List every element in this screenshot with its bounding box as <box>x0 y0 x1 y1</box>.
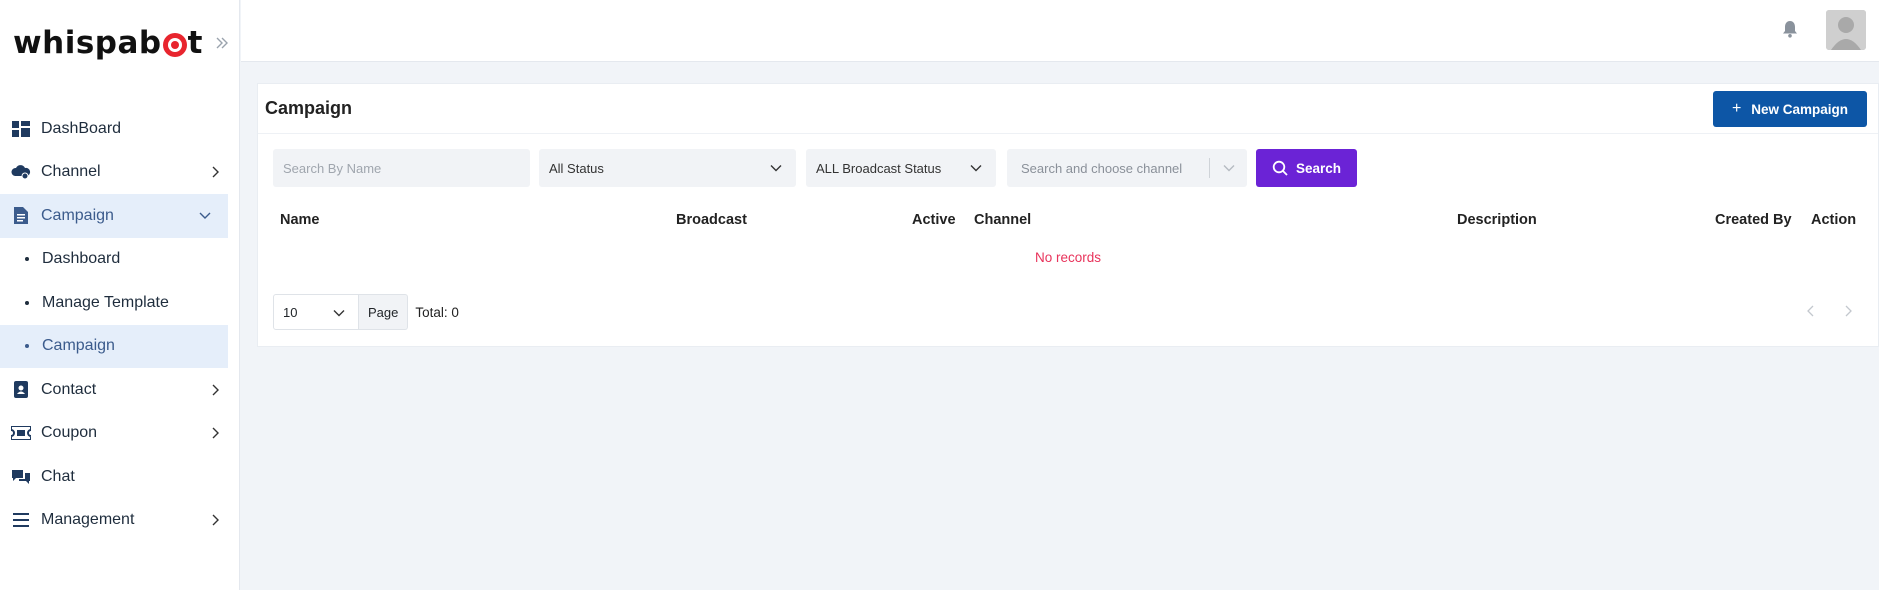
total-count: Total: 0 <box>415 304 459 320</box>
bullet-icon <box>25 344 29 349</box>
page-title: Campaign <box>265 98 353 118</box>
broadcast-status-select[interactable]: ALL Broadcast Status <box>806 149 996 187</box>
channel-placeholder: Search and choose channel <box>1021 160 1183 176</box>
menu-lines-icon <box>11 510 31 530</box>
cloud-gear-icon <box>11 162 31 182</box>
page-label: Page <box>359 294 409 330</box>
sidebar: whispab t DashBoard Channel Campaign Das… <box>0 0 240 590</box>
user-avatar[interactable] <box>1826 10 1866 50</box>
sidebar-menu: DashBoard Channel Campaign Dashboard Man… <box>0 107 239 542</box>
sidebar-item-label: Contact <box>41 380 97 398</box>
bullet-icon <box>25 300 29 305</box>
sidebar-item-label: DashBoard <box>41 119 122 137</box>
chevron-left-icon[interactable] <box>1804 304 1818 318</box>
chevron-right-icon[interactable] <box>1842 304 1856 318</box>
logo-text-right: t <box>187 25 203 61</box>
chevron-down-icon <box>198 209 212 223</box>
chevron-right-icon <box>209 426 223 440</box>
chevron-right-icon <box>209 165 223 179</box>
status-select-value: All Status <box>549 160 604 176</box>
table-header: Name Broadcast Active Channel Descriptio… <box>258 212 1878 232</box>
column-header-broadcast[interactable]: Broadcast <box>676 212 747 228</box>
sidebar-item-label: Chat <box>41 467 75 485</box>
sidebar-collapse-icon[interactable] <box>213 34 231 52</box>
chevron-down-icon <box>333 307 345 319</box>
sidebar-item-dashboard[interactable]: DashBoard <box>0 107 239 151</box>
bell-icon[interactable] <box>1782 20 1798 38</box>
search-icon <box>1272 160 1288 176</box>
sidebar-item-channel[interactable]: Channel <box>0 151 239 195</box>
chevron-down-icon <box>1223 162 1235 174</box>
sidebar-subitem-label: Dashboard <box>42 250 121 268</box>
search-button-label: Search <box>1295 160 1342 176</box>
sidebar-subitem-label: Manage Template <box>42 293 169 311</box>
brand-logo[interactable]: whispab t <box>13 25 203 61</box>
search-by-name-input[interactable]: Search By Name <box>273 149 530 187</box>
search-placeholder: Search By Name <box>283 160 382 176</box>
ticket-icon <box>11 423 31 443</box>
campaign-card: Campaign + New Campaign Search By Name A… <box>257 83 1879 347</box>
status-select[interactable]: All Status <box>539 149 796 187</box>
sidebar-subitem-label: Campaign <box>42 337 115 355</box>
broadcast-status-value: ALL Broadcast Status <box>816 160 942 176</box>
channel-select[interactable]: Search and choose channel <box>1007 149 1247 187</box>
sidebar-item-label: Coupon <box>41 424 98 442</box>
logo-row: whispab t <box>0 0 239 86</box>
sidebar-item-label: Management <box>41 511 135 529</box>
chat-bubbles-icon <box>11 467 31 487</box>
column-header-action: Action <box>1811 212 1857 228</box>
card-header: Campaign <box>258 84 1878 134</box>
divider <box>1209 158 1210 178</box>
new-campaign-button[interactable]: + New Campaign <box>1713 91 1867 127</box>
logo-target-icon <box>162 33 187 57</box>
pagination-bar: 10 Page Total: 0 <box>273 294 459 330</box>
sidebar-item-coupon[interactable]: Coupon <box>0 412 239 456</box>
chevron-down-icon <box>970 162 982 174</box>
column-header-created-by[interactable]: Created By <box>1715 212 1792 228</box>
sidebar-item-label: Channel <box>41 163 101 181</box>
empty-state-text: No records <box>1034 250 1102 265</box>
sidebar-subitem-dashboard[interactable]: Dashboard <box>0 238 228 282</box>
search-button[interactable]: Search <box>1256 149 1357 187</box>
sidebar-item-contact[interactable]: Contact <box>0 368 239 412</box>
sidebar-item-chat[interactable]: Chat <box>0 455 239 499</box>
new-campaign-label: New Campaign <box>1751 101 1849 117</box>
sidebar-subitem-campaign[interactable]: Campaign <box>0 324 228 368</box>
logo-text-left: whispab <box>13 25 162 61</box>
sidebar-item-campaign[interactable]: Campaign <box>0 194 228 238</box>
sidebar-item-management[interactable]: Management <box>0 499 239 543</box>
column-header-name[interactable]: Name <box>280 212 320 228</box>
page-size-select[interactable]: 10 <box>273 294 359 330</box>
sidebar-subitem-manage-template[interactable]: Manage Template <box>0 281 228 325</box>
chevron-right-icon <box>209 513 223 527</box>
top-bar <box>241 0 1879 62</box>
column-header-channel[interactable]: Channel <box>974 212 1031 228</box>
page-size-value: 10 <box>283 304 298 320</box>
contact-card-icon <box>11 380 31 400</box>
column-header-active[interactable]: Active <box>912 212 956 228</box>
grid-icon <box>11 119 31 139</box>
chevron-down-icon <box>770 162 782 174</box>
bullet-icon <box>25 257 29 262</box>
column-header-description[interactable]: Description <box>1457 212 1537 228</box>
sidebar-item-label: Campaign <box>41 206 114 224</box>
document-icon <box>11 206 31 226</box>
plus-icon: + <box>1731 100 1742 117</box>
chevron-right-icon <box>209 383 223 397</box>
